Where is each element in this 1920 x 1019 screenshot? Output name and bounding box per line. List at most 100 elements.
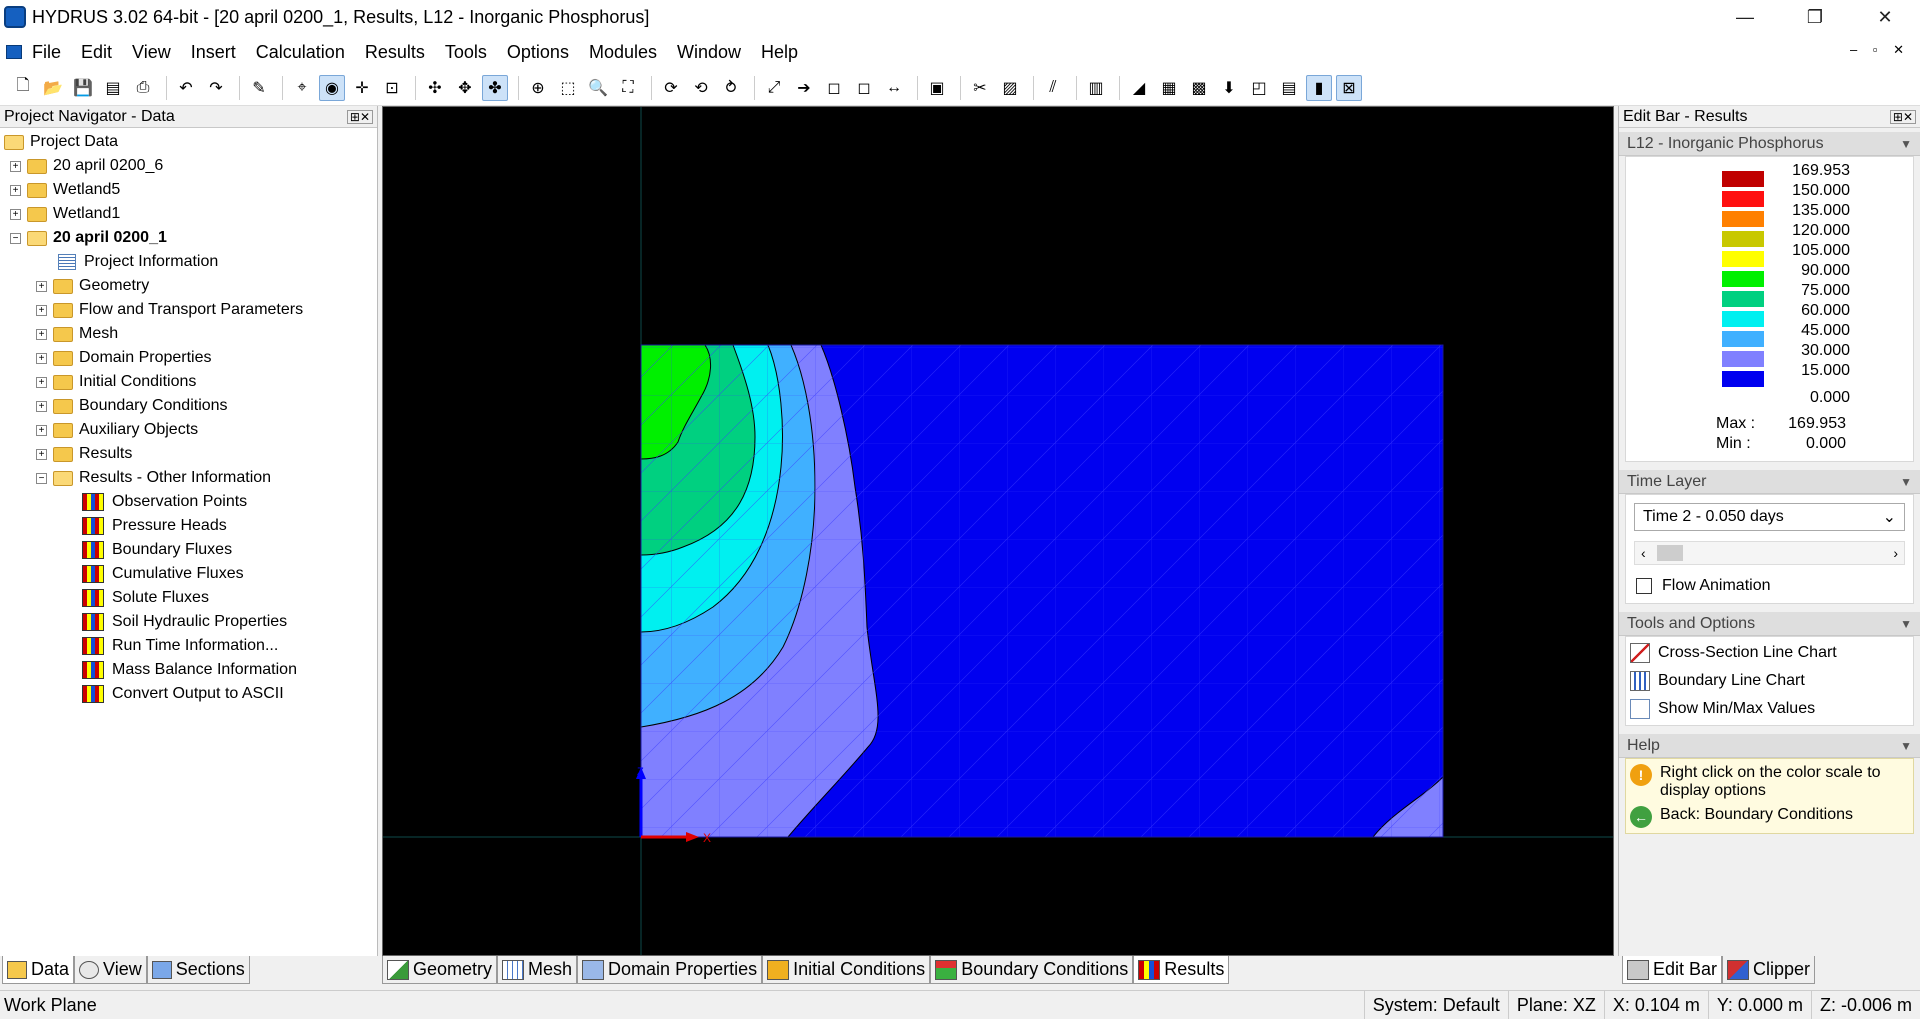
checkbox-icon[interactable]: [1630, 699, 1650, 719]
view-mode-icon[interactable]: ◉: [319, 74, 345, 101]
cube-view-icon[interactable]: ▣: [924, 75, 950, 101]
menu-results[interactable]: Results: [365, 42, 435, 63]
tab-geometry[interactable]: Geometry: [382, 956, 498, 984]
collapse-chevron-icon[interactable]: ▼: [1900, 617, 1912, 631]
tab-data[interactable]: Data: [2, 956, 75, 984]
tab-results[interactable]: Results: [1133, 956, 1230, 984]
box-view-icon[interactable]: ◻: [821, 75, 847, 101]
expand-icon[interactable]: +: [36, 304, 47, 316]
expand-icon[interactable]: +: [36, 280, 47, 292]
panel-pin-close-icon[interactable]: ⊞✕: [346, 109, 373, 124]
tree-item-results-other-information[interactable]: − Results - Other Information: [0, 466, 377, 490]
legend-swatch[interactable]: [1722, 331, 1764, 347]
rotate-x-icon[interactable]: ⟳: [658, 75, 684, 101]
close-button[interactable]: ✕: [1850, 0, 1920, 34]
collapse-chevron-icon[interactable]: ▼: [1900, 137, 1912, 151]
geometry-tab-icon[interactable]: ◢: [1126, 75, 1152, 101]
menu-help[interactable]: Help: [761, 42, 808, 63]
document-icon[interactable]: [6, 45, 22, 59]
tree-item-soil-hydraulic-properties[interactable]: Soil Hydraulic Properties: [0, 610, 377, 634]
legend-swatch[interactable]: [1722, 251, 1764, 267]
open-folder-icon[interactable]: 📂: [40, 75, 66, 101]
legend-swatch[interactable]: [1722, 291, 1764, 307]
rotate-y-icon[interactable]: ⟲: [688, 75, 714, 101]
tree-item-domain-properties[interactable]: + Domain Properties: [0, 346, 377, 370]
legend-swatch[interactable]: [1722, 351, 1764, 367]
domain-properties-tab-icon[interactable]: ▩: [1186, 75, 1212, 101]
tab-boundary-conditions[interactable]: Boundary Conditions: [930, 956, 1134, 984]
snap-icon[interactable]: ⊡: [379, 75, 405, 101]
menu-window[interactable]: Window: [677, 42, 751, 63]
transform-icon[interactable]: ✤: [482, 74, 508, 101]
tools-section-header[interactable]: Tools and Options ▼: [1619, 612, 1920, 636]
color-scale-legend[interactable]: 169.953 150.000 135.000 120.000 105.000 90.00…: [1625, 156, 1914, 462]
tree-item-boundary-fluxes[interactable]: Boundary Fluxes: [0, 538, 377, 562]
legend-swatch[interactable]: [1722, 231, 1764, 247]
tree-item-convert-output-ascii[interactable]: Convert Output to ASCII: [0, 682, 377, 706]
restore-button[interactable]: ❐: [1780, 0, 1850, 34]
results-tab-icon[interactable]: ▮: [1306, 74, 1332, 101]
color-lines-icon[interactable]: ⫽: [1040, 75, 1066, 101]
rotate-z-icon[interactable]: ⥁: [718, 75, 744, 101]
expand-icon[interactable]: +: [36, 376, 47, 388]
tree-item-solute-fluxes[interactable]: Solute Fluxes: [0, 586, 377, 610]
menu-options[interactable]: Options: [507, 42, 579, 63]
fit-width-icon[interactable]: ↔: [881, 75, 907, 101]
menu-edit[interactable]: Edit: [81, 42, 122, 63]
flow-animation-row[interactable]: Flow Animation: [1634, 577, 1905, 595]
tree-item-results[interactable]: + Results: [0, 442, 377, 466]
rotate-view-icon[interactable]: ✣: [422, 75, 448, 101]
legend-swatch[interactable]: [1722, 371, 1764, 387]
tree-item-project-data[interactable]: Project Data: [0, 130, 377, 154]
results-canvas[interactable]: Z X: [383, 107, 1613, 955]
tree-item-observation-points[interactable]: Observation Points: [0, 490, 377, 514]
solid-view-icon[interactable]: ▨: [997, 75, 1023, 101]
tab-mesh[interactable]: Mesh: [497, 956, 578, 984]
tab-view[interactable]: View: [74, 956, 147, 984]
menu-modules[interactable]: Modules: [589, 42, 667, 63]
tree-item-project[interactable]: + Wetland1: [0, 202, 377, 226]
save-icon[interactable]: 💾: [70, 75, 96, 101]
boundary-line-chart[interactable]: Boundary Line Chart: [1630, 667, 1909, 695]
tree-item-flow-transport[interactable]: + Flow and Transport Parameters: [0, 298, 377, 322]
initial-conditions-tab-icon[interactable]: ⬇: [1216, 75, 1242, 101]
tree-item-pressure-heads[interactable]: Pressure Heads: [0, 514, 377, 538]
legend-swatch[interactable]: [1722, 211, 1764, 227]
tab-edit-bar[interactable]: Edit Bar: [1622, 956, 1723, 984]
collapse-chevron-icon[interactable]: ▼: [1900, 739, 1912, 753]
print-icon[interactable]: ⎙: [130, 75, 156, 101]
scroll-right-icon[interactable]: ›: [1893, 545, 1898, 561]
box-view-2-icon[interactable]: ◻: [851, 75, 877, 101]
scroll-thumb[interactable]: [1657, 545, 1683, 561]
menu-calculation[interactable]: Calculation: [256, 42, 355, 63]
display-options-icon[interactable]: ⊠: [1336, 74, 1362, 101]
tree-item-cumulative-fluxes[interactable]: Cumulative Fluxes: [0, 562, 377, 586]
tree-item-project[interactable]: + Wetland5: [0, 178, 377, 202]
time-layer-select[interactable]: Time 2 - 0.050 days ⌄: [1634, 503, 1905, 531]
minimize-button[interactable]: —: [1710, 0, 1780, 34]
help-section-header[interactable]: Help ▼: [1619, 734, 1920, 758]
tree-item-mass-balance-information[interactable]: Mass Balance Information: [0, 658, 377, 682]
arrow-dropdown-icon[interactable]: ➔: [791, 75, 817, 101]
expand-icon[interactable]: +: [10, 208, 21, 220]
collapse-icon[interactable]: −: [36, 472, 47, 484]
boundary-conditions-tab-icon[interactable]: ◰: [1246, 75, 1272, 101]
legend-swatch[interactable]: [1722, 271, 1764, 287]
menu-view[interactable]: View: [132, 42, 181, 63]
legend-row[interactable]: 15.000: [1626, 362, 1913, 389]
mdi-window-controls[interactable]: – ▫ ✕: [1850, 42, 1910, 58]
results-viewport[interactable]: Z X: [382, 106, 1614, 956]
cross-section-line-chart[interactable]: Cross-Section Line Chart: [1630, 639, 1909, 667]
zoom-window-icon[interactable]: ⬚: [555, 75, 581, 101]
expand-icon[interactable]: +: [10, 160, 21, 172]
expand-icon[interactable]: +: [36, 424, 47, 436]
time-layer-section-header[interactable]: Time Layer ▼: [1619, 470, 1920, 494]
flow-animation-checkbox[interactable]: [1636, 578, 1652, 594]
grid-icon[interactable]: ▤: [1276, 75, 1302, 101]
tree-item-active-project[interactable]: − 20 april 0200_1: [0, 226, 377, 250]
zoom-all-icon[interactable]: ⛶: [615, 75, 641, 101]
zoom-center-icon[interactable]: ⊕: [525, 75, 551, 101]
legend-swatch[interactable]: [1722, 191, 1764, 207]
new-file-icon[interactable]: 🗋: [10, 75, 36, 101]
zoom-icon[interactable]: 🔍: [585, 75, 611, 101]
